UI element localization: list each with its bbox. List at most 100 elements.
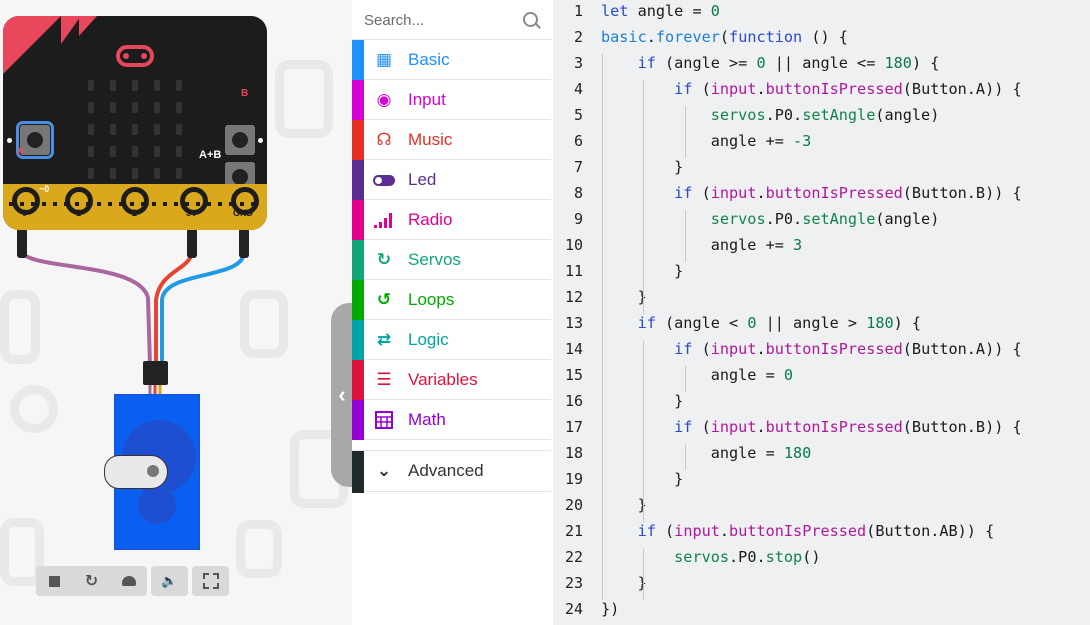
simulator-toolbar: ↻ 🔈 [36,566,229,596]
led [176,102,182,113]
edge-finger-gap [119,202,123,206]
code-line[interactable]: angle = 0 [601,366,793,384]
category-color-bar [352,451,364,493]
category-servos[interactable]: ↻ Servos [352,240,551,280]
restart-icon: ↻ [84,573,99,590]
line-number: 3 [573,54,583,72]
button-a-label: A [17,146,25,157]
category-music[interactable]: ☊ Music [352,120,551,160]
edge-finger-gap [108,202,112,206]
category-label: Math [408,410,446,429]
code-line[interactable]: if (input.buttonIsPressed(Button.A)) { [601,340,1022,358]
edge-finger-gap [130,202,134,206]
microbit-board: A B A+B 0 1 2 3V GND ~0 [3,16,267,230]
code-line[interactable]: servos.P0.setAngle(angle) [601,106,940,124]
indent-guide [602,54,603,600]
category-math[interactable]: Math [352,400,551,440]
toolbox: ▦ Basic ◉ Input ☊ Music Led Radio ↻ Serv… [352,0,554,625]
line-number: 14 [564,340,583,358]
category-label: Variables [408,370,478,389]
shuffle-icon: ⇄ [376,330,392,349]
category-basic[interactable]: ▦ Basic [352,40,551,80]
edge-finger-gap [9,202,13,206]
line-number: 19 [564,470,583,488]
mute-button[interactable]: 🔈 [151,566,188,596]
code-line[interactable]: } [601,288,647,306]
category-variables[interactable]: ☰ Variables [352,360,551,400]
led [110,124,116,135]
category-label: Radio [408,210,453,229]
code-line[interactable]: servos.P0.stop() [601,548,820,566]
slow-motion-icon [121,576,136,586]
led [110,80,116,91]
category-color-bar [352,40,364,80]
edge-connector: 0 1 2 3V GND ~0 [3,184,267,230]
code-line[interactable]: } [601,574,647,592]
led [132,80,138,91]
code-line[interactable]: } [601,496,647,514]
code-editor[interactable]: 1 2 3 4 5 6 7 8 9 10 11 12 13 14 15 16 17 18 19 20 21 22 23 24 … [553,0,1090,625]
led [132,102,138,113]
search-box [352,0,552,40]
code-line[interactable]: if (input.buttonIsPressed(Button.B)) { [601,418,1022,436]
code-line[interactable]: if (angle < 0 || angle > 180) { [601,314,922,332]
category-radio[interactable]: Radio [352,200,551,240]
code-line[interactable]: angle = 180 [601,444,812,462]
indent-guide [643,340,644,522]
code-line[interactable]: angle += 3 [601,236,802,254]
category-label: Basic [408,50,450,69]
code-line[interactable]: if (input.buttonIsPressed(Button.A)) { [601,80,1022,98]
category-color-bar [352,80,364,120]
category-advanced[interactable]: ⌄ Advanced [352,450,551,493]
category-led[interactable]: Led [352,160,551,200]
led [154,168,160,179]
fullscreen-button[interactable] [192,566,229,596]
led [110,168,116,179]
calculator-icon [373,410,395,430]
stop-button[interactable] [36,566,73,596]
restart-button[interactable]: ↻ [73,566,110,596]
code-line[interactable]: servos.P0.setAngle(angle) [601,210,940,228]
line-number: 9 [573,210,583,228]
line-number: 7 [573,158,583,176]
category-input[interactable]: ◉ Input [352,80,551,120]
search-icon[interactable] [523,12,538,27]
toggle-icon [373,170,395,190]
button-a[interactable] [16,121,54,159]
code-line[interactable]: basic.forever(function () { [601,28,848,46]
indent-guide [685,366,686,392]
category-loops[interactable]: ↺ Loops [352,280,551,320]
collapse-simulator-button[interactable]: ‹ [331,303,353,487]
button-ab-label: A+B [199,149,222,161]
category-logic[interactable]: ⇄ Logic [352,320,551,360]
category-color-bar [352,320,364,360]
code-line[interactable]: }) [601,600,619,618]
edge-finger-gap [86,202,90,206]
code-line[interactable]: if (input.buttonIsPressed(Button.B)) { [601,184,1022,202]
mute-icon: 🔈 [161,573,178,588]
category-label: Input [408,90,446,109]
corner-decoration [61,16,81,44]
code-line[interactable]: if (input.buttonIsPressed(Button.AB)) { [601,522,995,540]
led [88,80,94,91]
code-line[interactable]: angle += -3 [601,132,812,150]
led [176,124,182,135]
led [154,124,160,135]
indent-guide [685,210,686,262]
line-number: 8 [573,184,583,202]
edge-finger-gap [251,202,255,206]
button-b[interactable] [225,125,255,155]
led [110,146,116,157]
line-number: 23 [564,574,583,592]
search-input[interactable] [362,8,516,32]
indent-guide [685,106,686,158]
led [154,102,160,113]
code-line[interactable]: let angle = 0 [601,2,720,20]
code-line[interactable]: if (angle >= 0 || angle <= 180) { [601,54,940,72]
edge-finger-gap [229,202,233,206]
led [154,146,160,157]
corner-decoration [3,16,61,74]
category-color-bar [352,240,364,280]
led [176,146,182,157]
slow-motion-button[interactable] [110,566,147,596]
